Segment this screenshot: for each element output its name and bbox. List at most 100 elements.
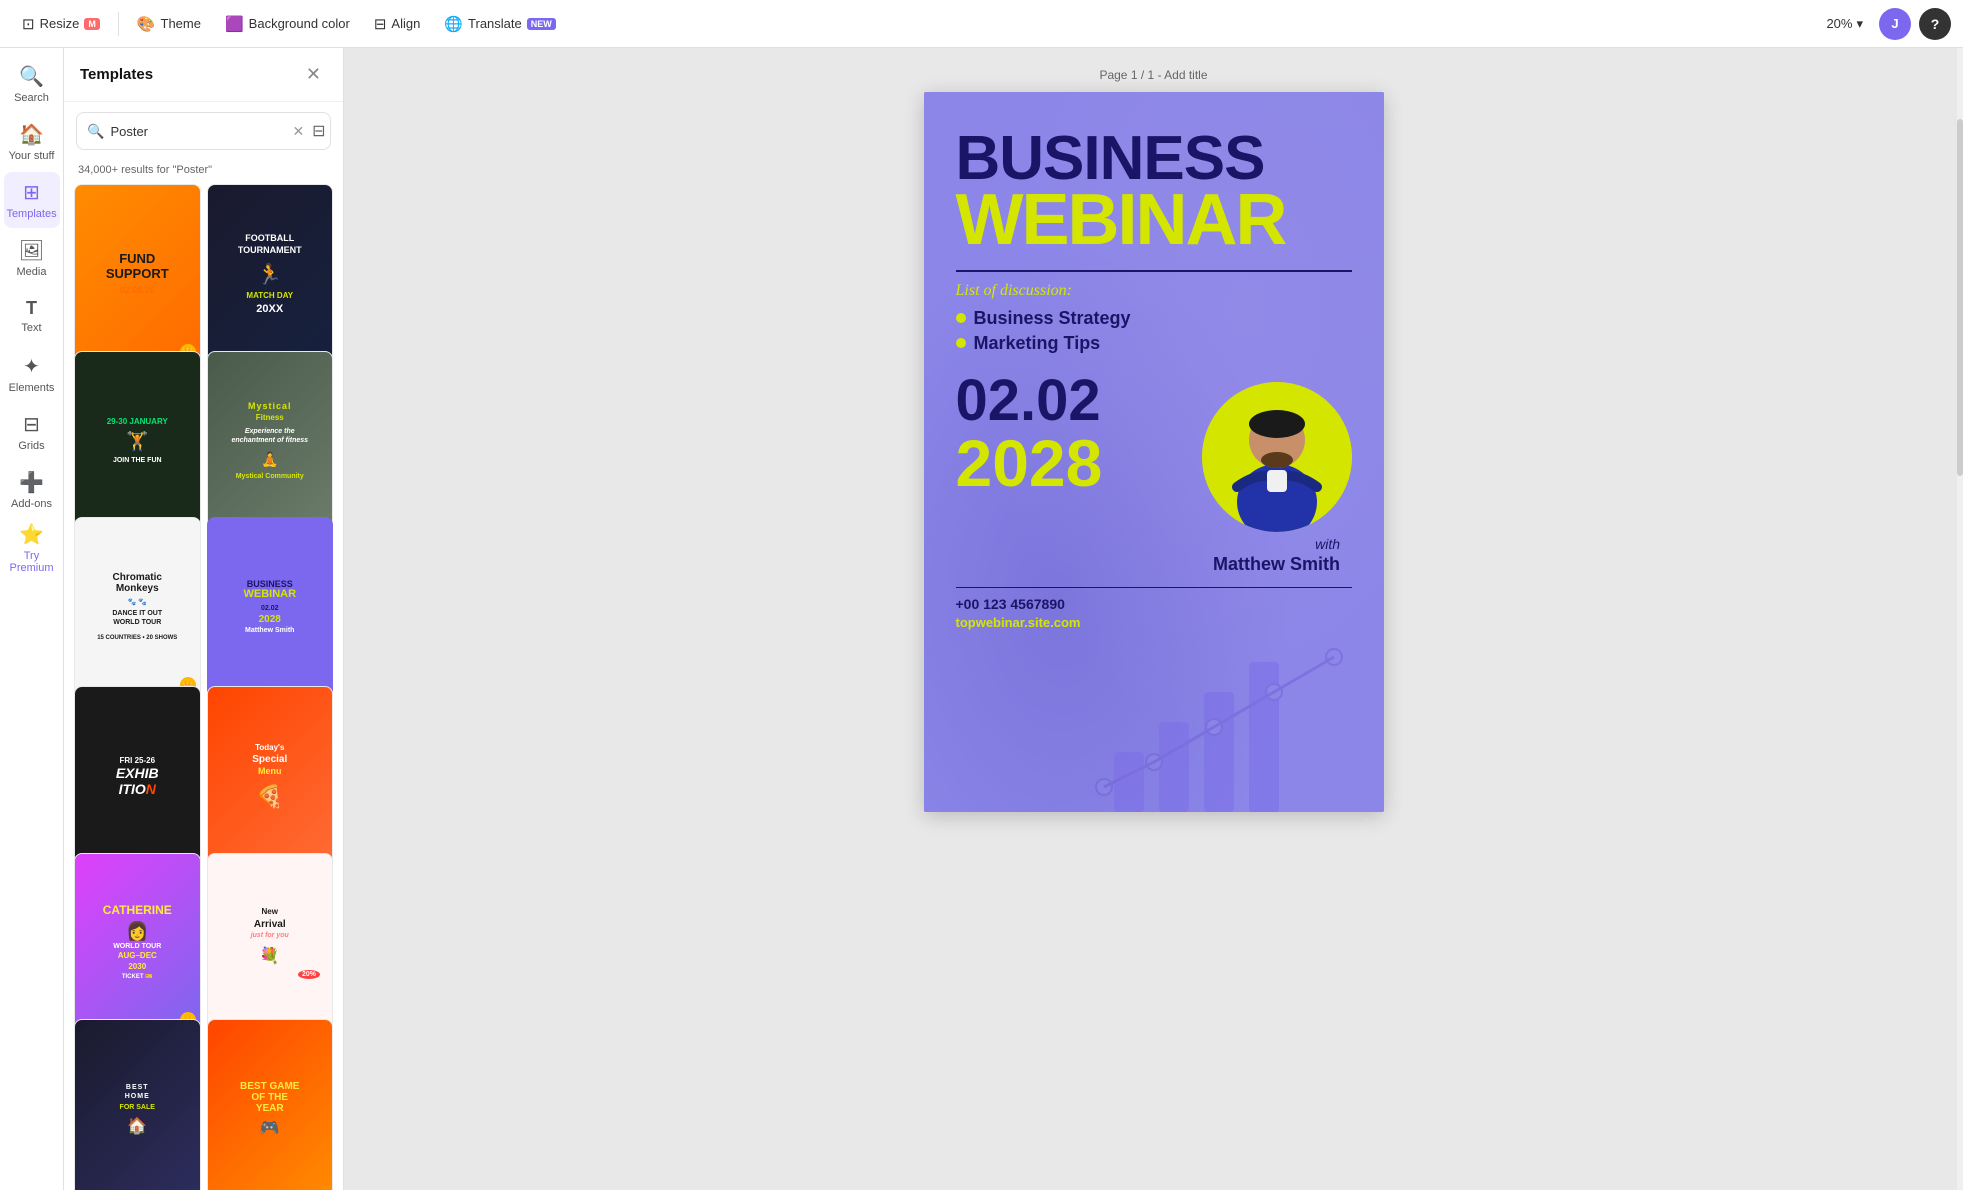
- template-exhibition[interactable]: FRI 25-26 EXHIBITION: [74, 686, 201, 867]
- poster-bullet-1: Business Strategy: [956, 308, 1352, 329]
- poster-middle-row: 02.02 2028: [956, 372, 1352, 575]
- sidebar-label-elements: Elements: [9, 382, 55, 394]
- poster-divider-bottom: [956, 587, 1352, 589]
- template-dark-fitness[interactable]: 29-30 JANUARY 🏋 JOIN THE FUN: [74, 351, 201, 532]
- search-bar-icon: 🔍: [87, 123, 104, 140]
- templates-panel: Templates ✕ 🔍 ✕ ⊟ 34,000+ results for "P…: [64, 48, 344, 1190]
- toolbar-divider-1: [118, 12, 119, 36]
- template-football[interactable]: FOOTBALLTOURNAMENT 🏃 MATCH DAY 20XX: [207, 184, 334, 365]
- poster-discussion-label: List of discussion:: [956, 282, 1352, 300]
- template-new-arrival[interactable]: New Arrival just for you 💐 20%: [207, 853, 334, 1034]
- grids-icon: ⊟: [23, 412, 40, 437]
- template-biz-webinar[interactable]: BUSINESS WEBINAR 02.02 2028 Matthew Smit…: [207, 517, 334, 698]
- media-icon: 🖼: [19, 238, 44, 263]
- theme-label: Theme: [161, 16, 201, 31]
- canvas-area: Page 1 / 1 - Add title: [344, 48, 1963, 1190]
- poster-divider-top: [956, 270, 1352, 272]
- sidebar-item-elements[interactable]: ✦ Elements: [4, 346, 60, 402]
- sidebar-item-add-ons[interactable]: ➕ Add-ons: [4, 462, 60, 518]
- sidebar-item-search[interactable]: 🔍 Search: [4, 56, 60, 112]
- text-icon: T: [26, 298, 37, 319]
- sidebar-label-templates: Templates: [6, 208, 56, 220]
- poster-bullet-2: Marketing Tips: [956, 333, 1352, 354]
- resize-icon: ⊡: [22, 15, 35, 33]
- elements-icon: ✦: [23, 354, 40, 379]
- sidebar-label-add-ons: Add-ons: [11, 498, 52, 510]
- your-stuff-icon: 🏠: [19, 122, 44, 147]
- poster-title-webinar: WEBINAR: [956, 184, 1352, 256]
- template-chromatic[interactable]: ChromaticMonkeys 🐾 🐾 DANCE IT OUTWORLD T…: [74, 517, 201, 698]
- clear-search-button[interactable]: ✕: [292, 123, 304, 140]
- toolbar: ⊡ Resize M 🎨 Theme 🟪 Background color ⊟ …: [0, 0, 1963, 48]
- sidebar-item-try-premium[interactable]: ⭐ Try Premium: [4, 520, 60, 576]
- align-icon: ⊟: [374, 15, 387, 33]
- template-mystical[interactable]: Mystical Fitness Experience theenchantme…: [207, 351, 334, 532]
- page-label[interactable]: Page 1 / 1 - Add title: [1099, 68, 1207, 82]
- bullet-dot-2: [956, 338, 966, 348]
- theme-button[interactable]: 🎨 Theme: [127, 10, 211, 38]
- zoom-value: 20%: [1826, 16, 1852, 31]
- sidebar-label-your-stuff: Your stuff: [9, 150, 55, 162]
- zoom-chevron-icon: ▾: [1856, 16, 1863, 32]
- poster-date-day: 02.02: [956, 372, 1103, 430]
- sidebar-item-text[interactable]: T Text: [4, 288, 60, 344]
- template-catherine[interactable]: CATHERINE 👩 WORLD TOUR AUG–DEC2030 TICKE…: [74, 853, 201, 1034]
- sidebar-item-grids[interactable]: ⊟ Grids: [4, 404, 60, 460]
- poster-date-section: 02.02 2028: [956, 372, 1103, 496]
- sidebar-item-your-stuff[interactable]: 🏠 Your stuff: [4, 114, 60, 170]
- toolbar-right: 20% ▾ J ?: [1818, 8, 1951, 40]
- sidebar-label-try-premium: Try Premium: [8, 550, 56, 574]
- resize-label: Resize: [40, 16, 80, 31]
- sidebar-label-text: Text: [21, 322, 41, 334]
- try-premium-icon: ⭐: [19, 522, 44, 547]
- template-fund-support[interactable]: FUNDSUPPORT 02.08.26 👑: [74, 184, 201, 365]
- template-pizza[interactable]: Today's Special Menu 🍕: [207, 686, 334, 867]
- resize-badge: M: [84, 18, 100, 30]
- sidebar-label-grids: Grids: [18, 440, 44, 452]
- poster-content: BUSINESS WEBINAR List of discussion: Bus…: [924, 92, 1384, 812]
- poster-with-label: with: [1315, 536, 1340, 552]
- poster-speaker-name: Matthew Smith: [1213, 554, 1340, 574]
- background-color-button[interactable]: 🟪 Background color: [215, 10, 360, 38]
- align-button[interactable]: ⊟ Align: [364, 10, 431, 38]
- close-panel-button[interactable]: ✕: [300, 62, 327, 87]
- main-layout: 🔍 Search 🏠 Your stuff ⊞ Templates 🖼 Medi…: [0, 48, 1963, 1190]
- sidebar-item-templates[interactable]: ⊞ Templates: [4, 172, 60, 228]
- filter-button[interactable]: ⊟: [310, 119, 327, 143]
- translate-label: Translate: [468, 16, 522, 31]
- icon-sidebar: 🔍 Search 🏠 Your stuff ⊞ Templates 🖼 Medi…: [0, 48, 64, 1190]
- templates-grid: FUNDSUPPORT 02.08.26 👑 FOOTBALLTOURNAMEN…: [64, 184, 343, 1190]
- theme-icon: 🎨: [137, 15, 156, 33]
- poster-bullet-text-1: Business Strategy: [974, 308, 1131, 329]
- sidebar-label-media: Media: [17, 266, 47, 278]
- sidebar-item-media[interactable]: 🖼 Media: [4, 230, 60, 286]
- panel-header: Templates ✕: [64, 48, 343, 102]
- templates-icon: ⊞: [23, 180, 40, 205]
- translate-new-badge: NEW: [527, 18, 556, 30]
- resize-button[interactable]: ⊡ Resize M: [12, 10, 110, 38]
- poster-bullet-text-2: Marketing Tips: [974, 333, 1101, 354]
- avatar-svg: [1202, 382, 1352, 532]
- poster-date-year: 2028: [956, 430, 1103, 496]
- canvas-document[interactable]: BUSINESS WEBINAR List of discussion: Bus…: [924, 92, 1384, 812]
- user-avatar[interactable]: J: [1879, 8, 1911, 40]
- translate-icon: 🌐: [444, 15, 463, 33]
- template-home-for-sale[interactable]: BESTHOME FOR SALE 🏠: [74, 1019, 201, 1190]
- template-best-game[interactable]: BEST GAMEOF THEYEAR 🎮: [207, 1019, 334, 1190]
- search-input[interactable]: [110, 124, 286, 139]
- poster-person: with Matthew Smith: [1202, 382, 1352, 575]
- results-count: 34,000+ results for "Poster": [64, 160, 343, 184]
- search-icon: 🔍: [19, 64, 44, 89]
- bullet-dot-1: [956, 313, 966, 323]
- help-button[interactable]: ?: [1919, 8, 1951, 40]
- poster-phone: +00 123 4567890: [956, 596, 1352, 612]
- background-color-icon: 🟪: [225, 15, 244, 33]
- poster-avatar: [1202, 382, 1352, 532]
- search-bar: 🔍 ✕ ⊟: [76, 112, 331, 150]
- background-color-label: Background color: [249, 16, 350, 31]
- translate-button[interactable]: 🌐 Translate NEW: [434, 10, 565, 38]
- panel-title: Templates: [80, 66, 153, 83]
- poster-website: topwebinar.site.com: [956, 615, 1352, 630]
- zoom-control[interactable]: 20% ▾: [1818, 12, 1871, 36]
- align-label: Align: [391, 16, 420, 31]
